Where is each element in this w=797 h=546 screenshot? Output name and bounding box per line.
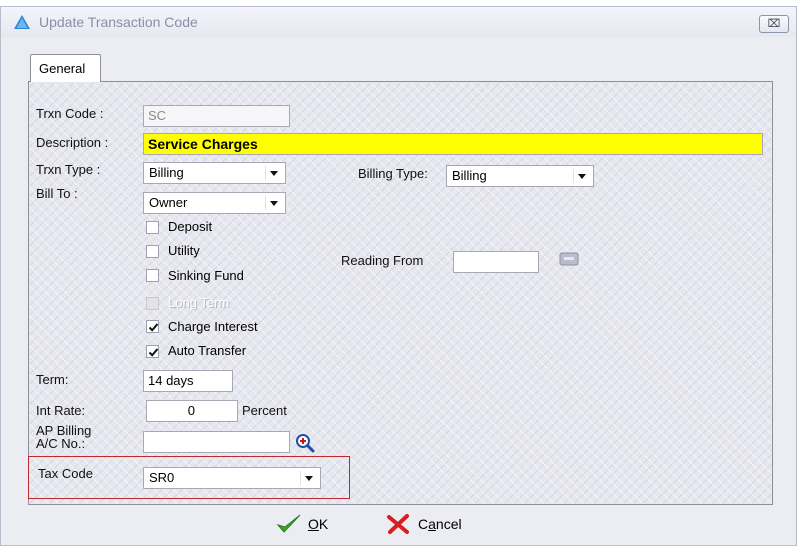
auto-transfer-checkbox[interactable] <box>146 345 159 358</box>
trxn-type-label: Trxn Type : <box>36 162 101 177</box>
tab-general[interactable]: General <box>30 54 101 82</box>
tab-general-label: General <box>39 61 86 76</box>
chevron-down-icon[interactable] <box>573 169 590 183</box>
ap-billing-label-line2: A/C No.: <box>36 436 86 451</box>
int-rate-field[interactable]: 0 <box>146 400 238 422</box>
tax-code-value: SR0 <box>149 470 175 485</box>
red-x-icon <box>387 514 409 534</box>
deposit-label: Deposit <box>168 219 213 234</box>
cancel-mnemonic: a <box>428 516 436 532</box>
int-rate-unit: Percent <box>242 403 287 418</box>
chevron-down-icon[interactable] <box>265 196 282 210</box>
ok-button[interactable]: OK <box>276 513 346 535</box>
tax-code-select[interactable]: SR0 <box>143 467 321 489</box>
ok-mnemonic: O <box>308 516 319 532</box>
sinking-fund-label: Sinking Fund <box>168 268 244 283</box>
close-button[interactable]: ⌧ <box>759 15 789 33</box>
bill-to-value: Owner <box>149 195 188 210</box>
reading-from-field[interactable] <box>453 251 539 273</box>
trxn-type-value: Billing <box>149 165 184 180</box>
cancel-button[interactable]: Cancel <box>386 513 486 535</box>
charge-interest-label: Charge Interest <box>168 319 258 334</box>
trxn-type-select[interactable]: Billing <box>143 162 286 184</box>
description-label: Description : <box>36 135 109 150</box>
ap-billing-field[interactable] <box>143 431 290 453</box>
charge-interest-checkbox[interactable] <box>146 320 159 333</box>
trxn-code-label: Trxn Code : <box>36 106 104 121</box>
sinking-fund-checkbox[interactable] <box>146 269 159 282</box>
cancel-label-rest: ncel <box>435 516 462 532</box>
trxn-code-field[interactable]: SC <box>143 105 290 127</box>
auto-transfer-label: Auto Transfer <box>168 343 247 358</box>
billing-type-select[interactable]: Billing <box>446 165 594 187</box>
tax-code-label: Tax Code <box>38 466 93 481</box>
magnifier-plus-icon[interactable] <box>295 433 315 453</box>
description-field[interactable]: Service Charges <box>143 133 763 155</box>
chevron-down-icon[interactable] <box>300 471 317 485</box>
bill-to-label: Bill To : <box>36 186 78 201</box>
checkmark-icon <box>148 323 159 332</box>
utility-checkbox[interactable] <box>146 245 159 258</box>
checkmark-icon <box>148 348 159 357</box>
window-title: Update Transaction Code <box>39 14 198 30</box>
ok-label-rest: K <box>318 516 329 532</box>
reading-from-label: Reading From <box>341 253 424 268</box>
term-label: Term: <box>36 372 69 387</box>
title-bar: Update Transaction Code ⌧ <box>1 7 796 37</box>
term-field[interactable]: 14 days <box>143 370 233 392</box>
billing-type-label: Billing Type: <box>358 166 428 181</box>
chevron-down-icon[interactable] <box>265 166 282 180</box>
deposit-checkbox[interactable] <box>146 221 159 234</box>
green-checkmark-icon <box>276 514 301 533</box>
long-term-checkbox <box>146 297 159 310</box>
billing-type-value: Billing <box>452 168 487 183</box>
bill-to-select[interactable]: Owner <box>143 192 286 214</box>
utility-label: Utility <box>168 243 200 258</box>
app-triangle-icon <box>14 15 30 29</box>
long-term-label: Long Term <box>168 295 230 310</box>
reading-from-lookup-icon[interactable] <box>558 250 580 268</box>
cancel-label-prefix: C <box>418 516 429 532</box>
int-rate-label: Int Rate: <box>36 403 86 418</box>
